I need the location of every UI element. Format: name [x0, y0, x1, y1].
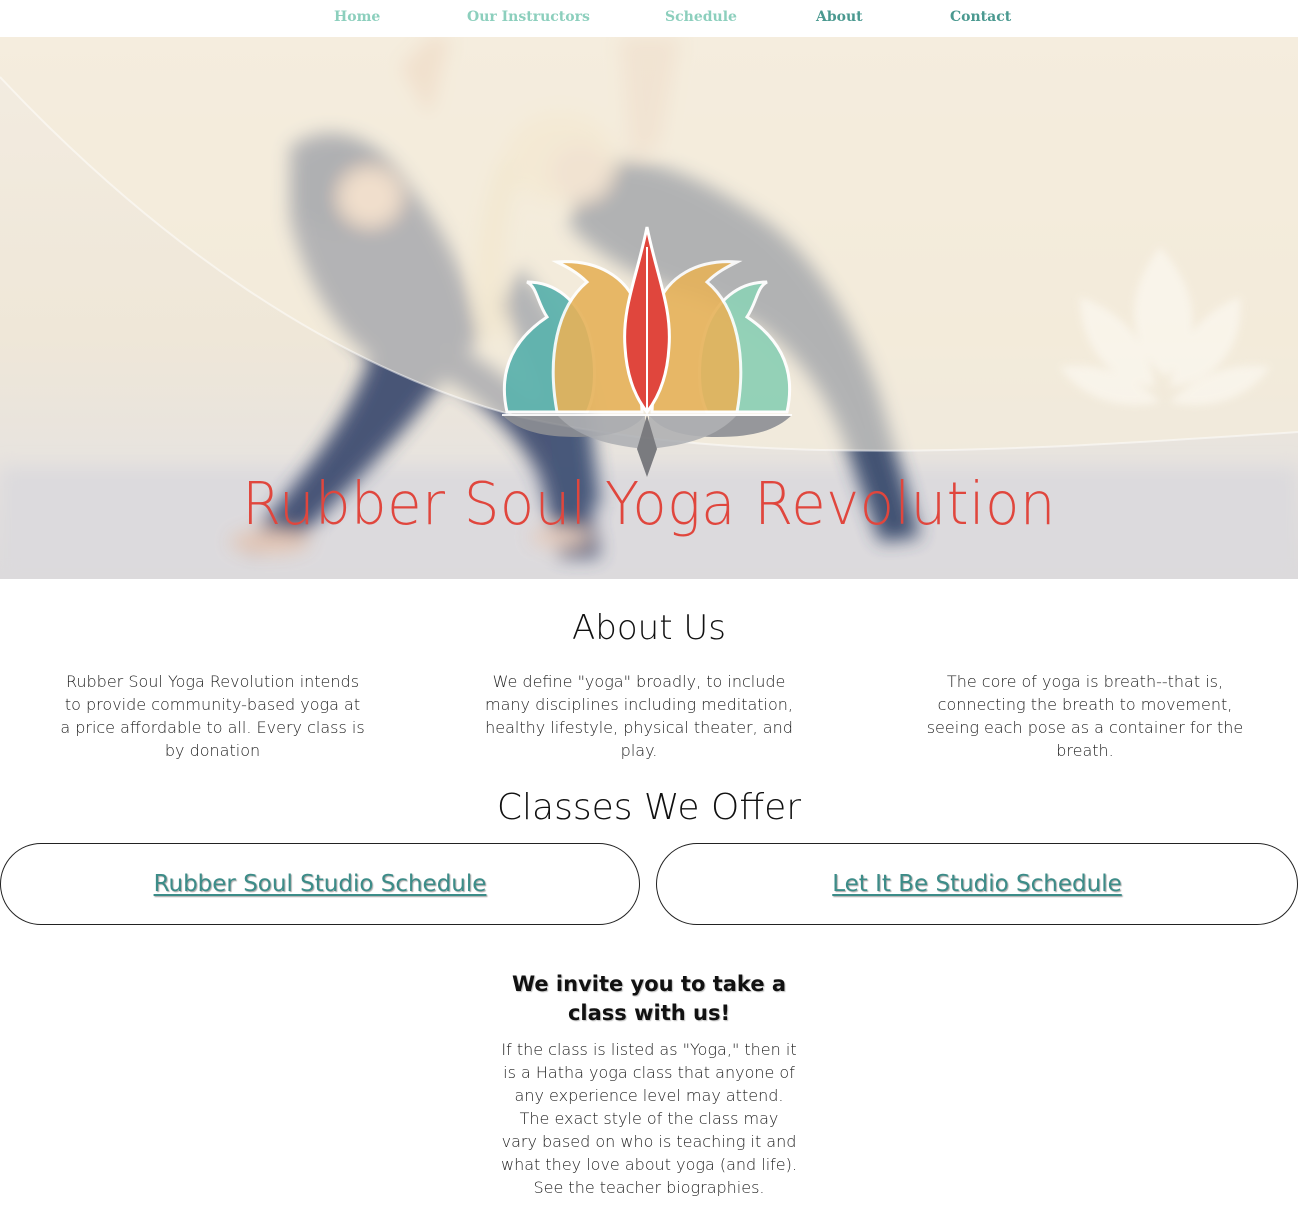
site-title: Rubber Soul Yoga Revolution — [242, 470, 1056, 539]
nav-home-link[interactable]: Home — [334, 9, 380, 25]
rubber-soul-schedule-card: Rubber Soul Studio Schedule — [0, 843, 640, 925]
invite-heading: We invite you to take a class with us! — [511, 972, 787, 1025]
about-column-2: We define "yoga" broadly, to include man… — [485, 672, 793, 760]
about-heading: About Us — [572, 608, 726, 648]
nav-about-link[interactable]: About — [816, 9, 863, 25]
rubber-soul-schedule-link[interactable]: Rubber Soul Studio Schedule — [154, 871, 487, 897]
let-it-be-schedule-link[interactable]: Let It Be Studio Schedule — [832, 871, 1122, 897]
classes-heading: Classes We Offer — [496, 787, 802, 828]
lotus-logo-icon — [502, 226, 792, 477]
about-column-3: The core of yoga is breath--that is, con… — [926, 672, 1244, 760]
invite-body-text: If the class is listed as "Yoga," then i… — [501, 1040, 797, 1197]
hero-banner: Rubber Soul Yoga Revolution — [0, 37, 1298, 579]
nav-schedule-link[interactable]: Schedule — [665, 9, 737, 25]
top-nav: Home Our Instructors Schedule About Cont… — [0, 0, 1298, 37]
nav-contact-link[interactable]: Contact — [950, 9, 1011, 25]
nav-our-instructors-link[interactable]: Our Instructors — [467, 9, 590, 25]
about-column-1: Rubber Soul Yoga Revolution intends to p… — [60, 672, 365, 760]
let-it-be-schedule-card: Let It Be Studio Schedule — [656, 843, 1298, 925]
